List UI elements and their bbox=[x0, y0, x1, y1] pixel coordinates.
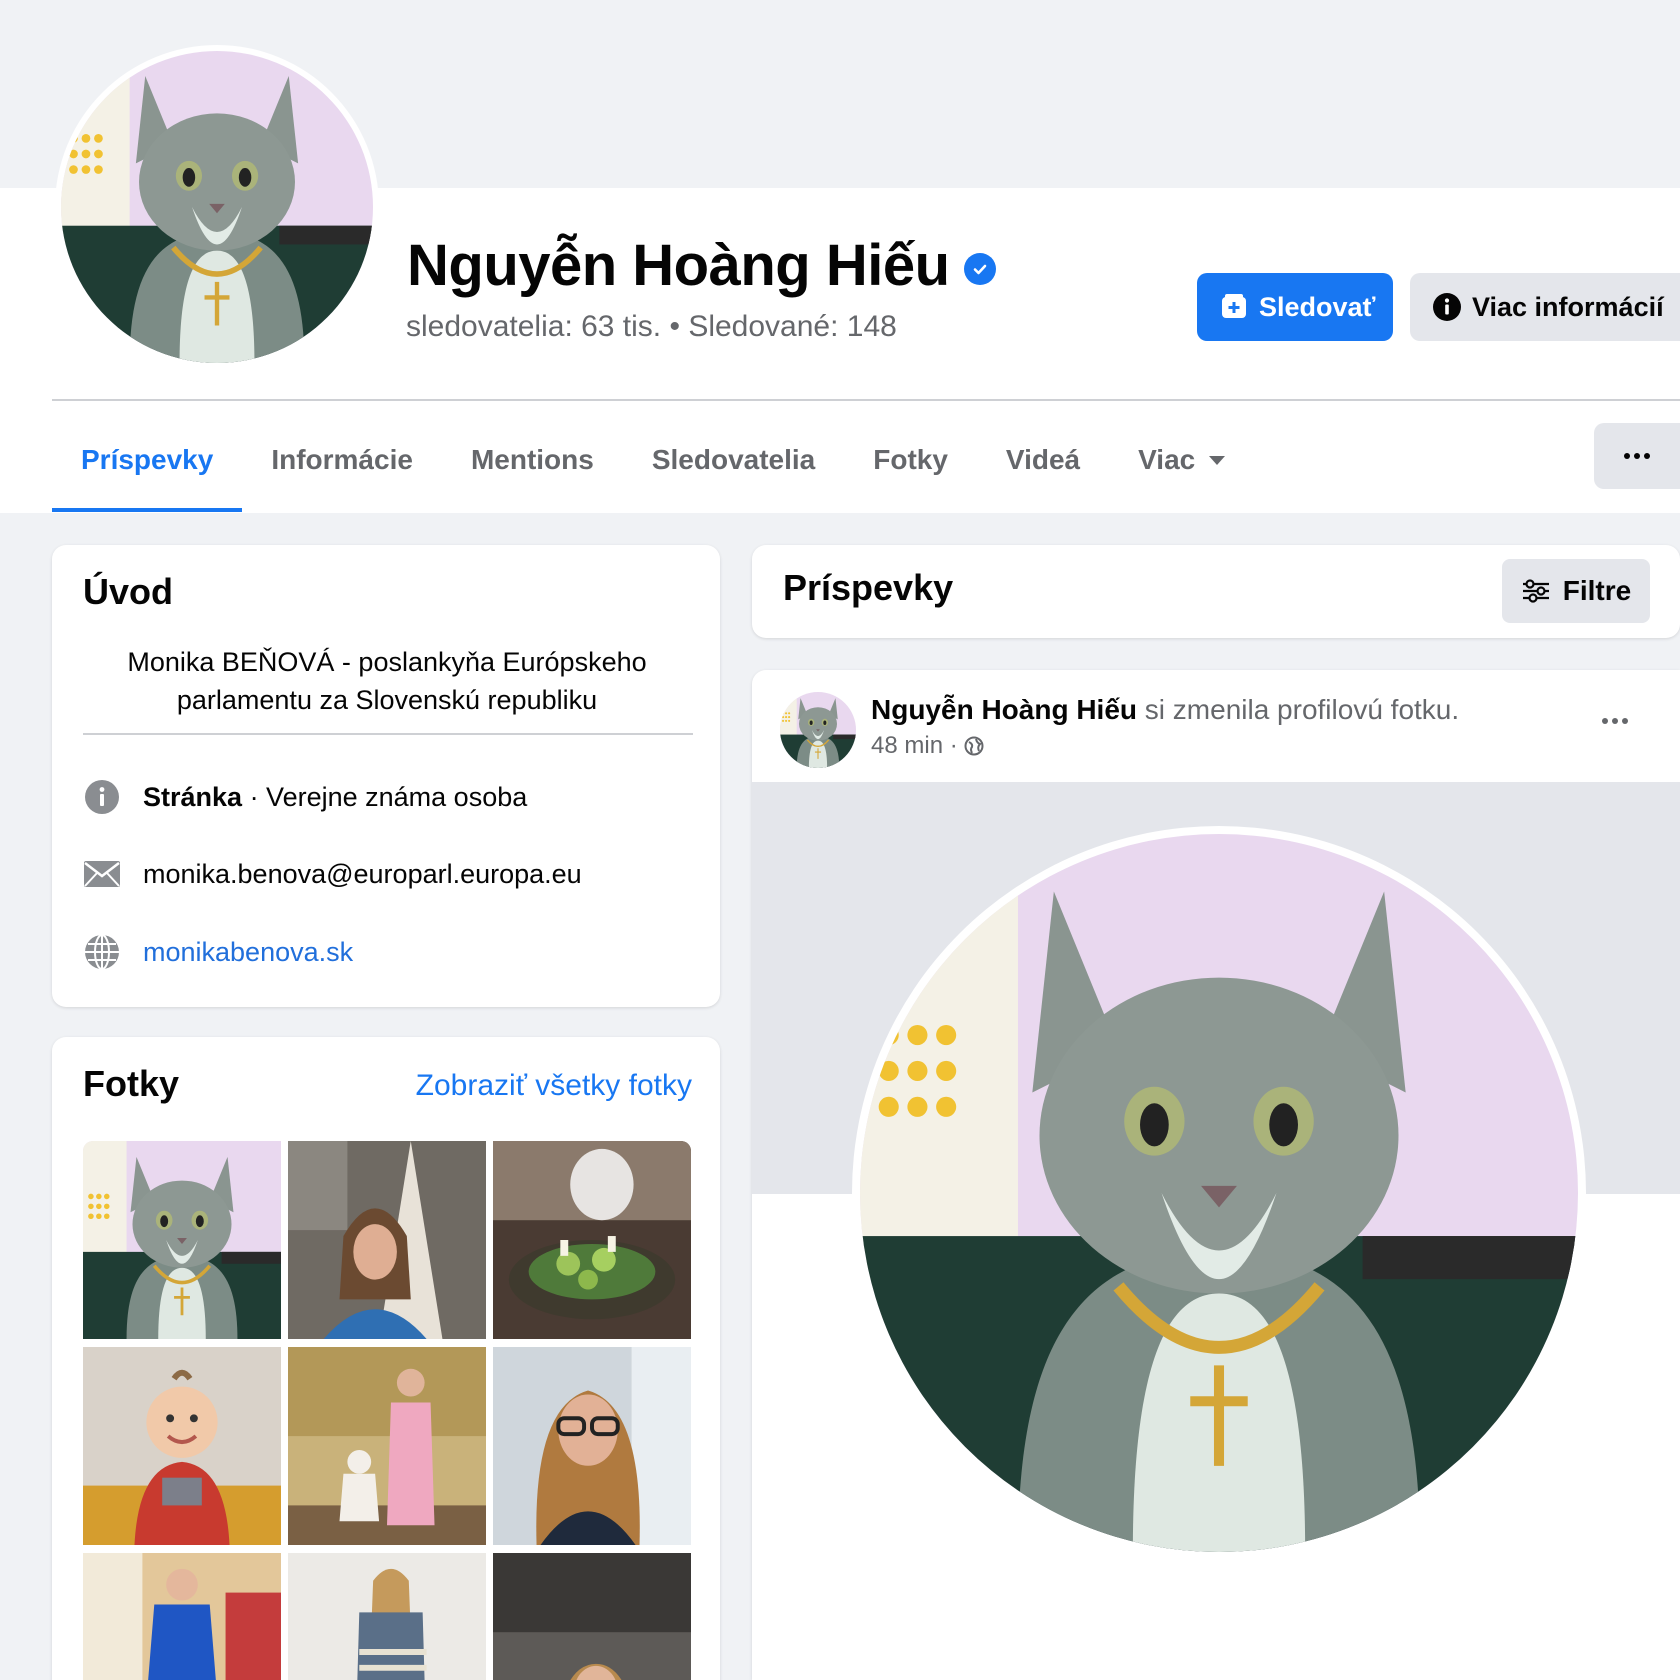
post-profile-photo[interactable] bbox=[852, 826, 1586, 1560]
sliders-icon bbox=[1521, 579, 1551, 603]
profile-name-row: Nguyễn Hoàng Hiếu bbox=[407, 232, 996, 299]
header-divider bbox=[52, 399, 1680, 401]
public-globe-icon bbox=[964, 736, 984, 756]
post-author-name[interactable]: Nguyễn Hoàng Hiếu bbox=[871, 694, 1137, 725]
tab-info[interactable]: Informácie bbox=[242, 420, 442, 512]
photos-title: Fotky bbox=[83, 1063, 180, 1104]
globe-icon bbox=[83, 933, 121, 971]
more-dots-icon bbox=[1624, 453, 1650, 459]
follower-stats[interactable]: sledovatelia: 63 tis. • Sledované: 148 bbox=[406, 310, 897, 344]
post-profile-photo-image bbox=[860, 834, 1578, 1552]
post-meta: 48 min · bbox=[871, 732, 984, 760]
posts-header-card: Príspevky Filtre bbox=[752, 545, 1680, 638]
info-circle-icon bbox=[83, 778, 121, 816]
profile-avatar[interactable] bbox=[55, 45, 379, 369]
photos-card: Fotky Zobraziť všetky fotky bbox=[52, 1037, 720, 1680]
photo-thumbnail[interactable] bbox=[83, 1347, 281, 1545]
photo-thumbnail[interactable] bbox=[288, 1141, 486, 1339]
intro-category-row: Stránka · Verejne známa osoba bbox=[83, 777, 527, 817]
post-action-text: si zmenila profilovú fotku. bbox=[1137, 694, 1460, 725]
photo-thumbnail[interactable] bbox=[83, 1141, 281, 1339]
photo-grid bbox=[83, 1141, 692, 1680]
profile-avatar-image bbox=[61, 51, 373, 363]
tabs-overflow-button[interactable] bbox=[1594, 423, 1680, 489]
intro-title: Úvod bbox=[83, 571, 173, 612]
tab-videos[interactable]: Videá bbox=[977, 420, 1109, 512]
more-info-label: Viac informácií bbox=[1472, 291, 1664, 322]
intro-email-row: monika.benova@europarl.europa.eu bbox=[83, 854, 582, 894]
envelope-icon bbox=[83, 855, 121, 893]
tab-label: Príspevky bbox=[81, 444, 214, 475]
see-all-photos-link[interactable]: Zobraziť všetky fotky bbox=[416, 1069, 692, 1103]
caret-down-icon bbox=[1209, 456, 1226, 465]
photo-thumbnail[interactable] bbox=[288, 1553, 486, 1680]
post-author-avatar[interactable] bbox=[780, 692, 856, 768]
post-card: Nguyễn Hoàng Hiếu si zmenila profilovú f… bbox=[752, 670, 1680, 1680]
photo-thumbnail[interactable] bbox=[493, 1347, 691, 1545]
category-value: · Verejne známa osoba bbox=[242, 781, 528, 812]
more-info-button[interactable]: Viac informácií bbox=[1410, 273, 1680, 341]
filter-label: Filtre bbox=[1562, 575, 1632, 606]
profile-name: Nguyễn Hoàng Hiếu bbox=[407, 233, 950, 298]
tab-photos[interactable]: Fotky bbox=[844, 420, 977, 512]
post-author-line: Nguyễn Hoàng Hiếu si zmenila profilovú f… bbox=[871, 694, 1459, 726]
follow-button[interactable]: Sledovať bbox=[1197, 273, 1393, 341]
tab-label: Mentions bbox=[470, 444, 594, 475]
tab-mentions[interactable]: Mentions bbox=[442, 420, 623, 512]
photo-thumbnail[interactable] bbox=[288, 1347, 486, 1545]
verified-badge-icon bbox=[963, 252, 996, 285]
tab-more[interactable]: Viac bbox=[1109, 420, 1254, 512]
tab-followers[interactable]: Sledovatelia bbox=[623, 420, 844, 512]
tab-label: Informácie bbox=[271, 444, 413, 475]
follow-label: Sledovať bbox=[1259, 291, 1376, 322]
follow-icon bbox=[1219, 292, 1249, 322]
photo-thumbnail[interactable] bbox=[83, 1553, 281, 1680]
posts-title: Príspevky bbox=[783, 567, 954, 608]
post-options-button[interactable] bbox=[1602, 718, 1628, 724]
photo-thumbnail[interactable] bbox=[493, 1141, 691, 1339]
intro-card: Úvod Monika BEŇOVÁ - poslankyňa Európske… bbox=[52, 545, 720, 1007]
info-icon bbox=[1432, 292, 1462, 322]
filter-button[interactable]: Filtre bbox=[1502, 559, 1650, 623]
intro-bio: Monika BEŇOVÁ - poslankyňa Európskeho pa… bbox=[127, 647, 647, 715]
tab-posts[interactable]: Príspevky bbox=[52, 420, 243, 512]
intro-website-row: monikabenova.sk bbox=[83, 932, 353, 972]
intro-divider bbox=[83, 733, 693, 735]
tab-label: Fotky bbox=[873, 444, 948, 475]
category-label: Stránka bbox=[143, 781, 243, 812]
intro-website-link[interactable]: monikabenova.sk bbox=[143, 937, 353, 968]
tab-label: Videá bbox=[1005, 444, 1081, 475]
post-media[interactable] bbox=[752, 782, 1680, 1680]
post-timestamp[interactable]: 48 min · bbox=[871, 732, 958, 760]
tab-label: Viac bbox=[1138, 444, 1196, 475]
profile-tabs: Príspevky Informácie Mentions Sledovatel… bbox=[52, 420, 1254, 512]
photo-thumbnail[interactable] bbox=[493, 1553, 691, 1680]
tab-label: Sledovatelia bbox=[651, 444, 816, 475]
more-dots-icon bbox=[1602, 718, 1628, 724]
intro-email[interactable]: monika.benova@europarl.europa.eu bbox=[143, 859, 582, 890]
